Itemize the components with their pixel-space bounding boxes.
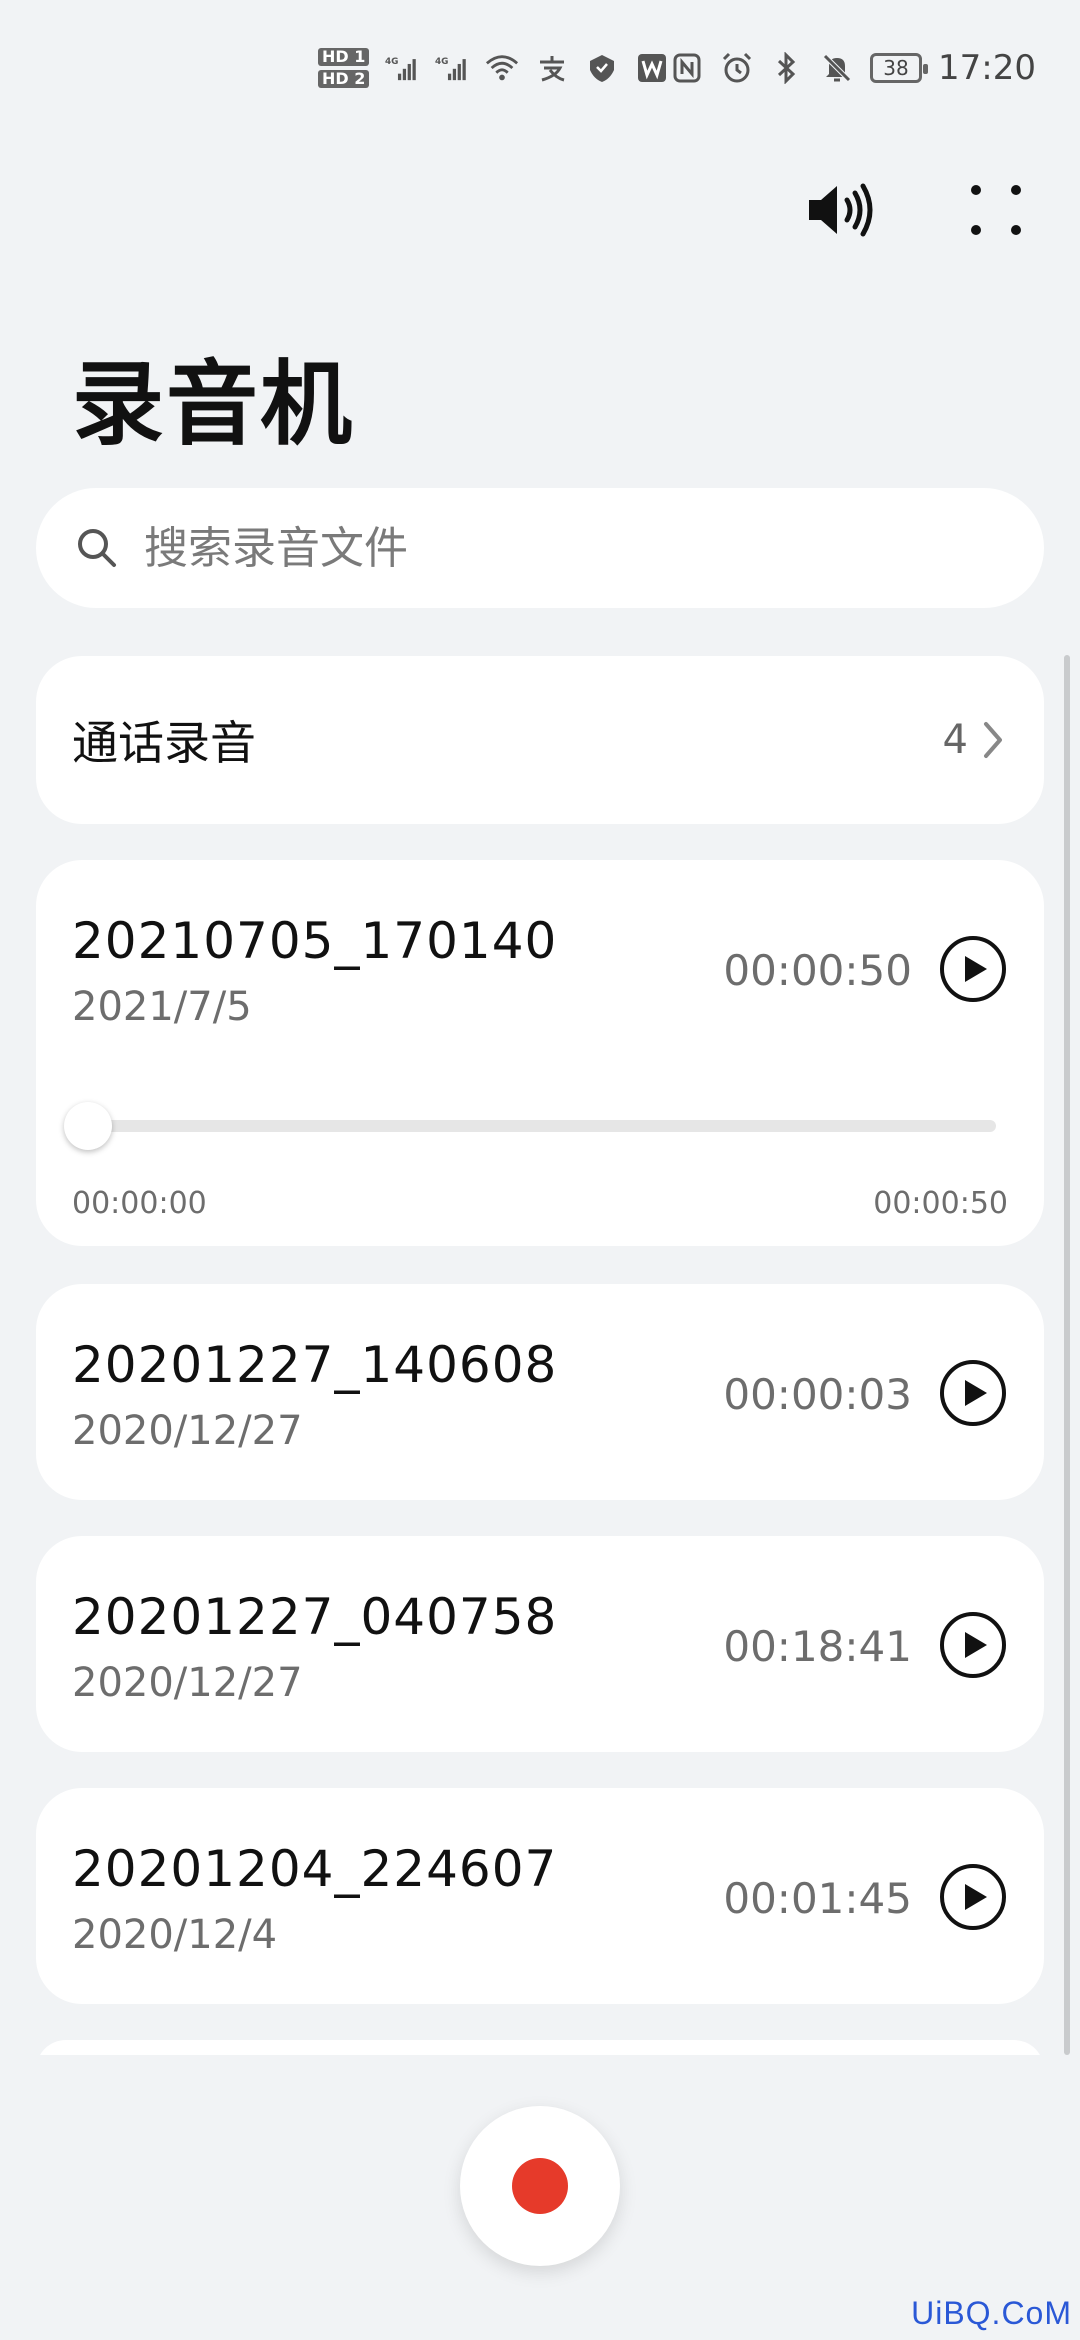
playback-slider-thumb[interactable] <box>64 1102 112 1150</box>
recording-date: 2020/12/4 <box>72 1912 278 1958</box>
recording-title: 20201227_140608 <box>72 1336 558 1394</box>
watermark: UiBQ.CoM <box>911 2295 1072 2331</box>
scrollbar[interactable] <box>1064 655 1070 2055</box>
alipay-icon <box>535 51 569 85</box>
wifi-icon <box>485 51 519 85</box>
call-recordings-count: 4 <box>942 717 968 763</box>
playback-slider[interactable] <box>64 1102 996 1150</box>
bluetooth-icon <box>770 51 804 85</box>
more-button[interactable] <box>956 170 1036 250</box>
call-recordings-count-wrap: 4 <box>943 717 1004 763</box>
recording-title: 20210705_170140 <box>72 912 558 970</box>
play-icon <box>940 1360 1006 1426</box>
shield-icon <box>585 51 619 85</box>
search-bar[interactable] <box>36 488 1044 608</box>
call-recordings-label: 通话录音 <box>72 716 256 770</box>
recording-duration: 00:01:45 <box>723 1874 912 1923</box>
recording-item[interactable]: 20201227_040758 2020/12/27 00:18:41 <box>36 1536 1044 1752</box>
recording-date: 2020/12/27 <box>72 1660 303 1706</box>
list-fade <box>0 2055 1080 2095</box>
toolbar <box>802 170 1036 250</box>
hd1-badge: HD 1 <box>318 48 370 66</box>
search-input[interactable] <box>142 521 946 575</box>
more-icon <box>971 185 1021 235</box>
recording-date: 2021/7/5 <box>72 984 252 1030</box>
network-type-1: 4G <box>385 57 398 67</box>
recording-duration: 00:00:03 <box>723 1370 912 1419</box>
play-button[interactable] <box>938 1862 1008 1932</box>
play-button[interactable] <box>938 1610 1008 1680</box>
play-icon <box>940 936 1006 1002</box>
hd-indicator: HD 1 HD 2 <box>318 48 370 88</box>
call-recordings-item[interactable]: 通话录音 4 <box>36 656 1044 824</box>
alarm-icon <box>720 51 754 85</box>
playback-current-time: 00:00:00 <box>72 1186 207 1221</box>
search-icon <box>78 529 116 567</box>
recording-duration: 00:00:50 <box>723 946 912 995</box>
record-dot-icon <box>512 2158 568 2214</box>
recording-title: 20201204_224607 <box>72 1840 558 1898</box>
play-button[interactable] <box>938 1358 1008 1428</box>
play-button[interactable] <box>938 934 1008 1004</box>
play-icon <box>940 1864 1006 1930</box>
record-button[interactable] <box>460 2106 620 2266</box>
signal-icon-2: 4G <box>435 51 469 85</box>
playback-total-time: 00:00:50 <box>873 1186 1008 1221</box>
recording-title: 20201227_040758 <box>72 1588 558 1646</box>
speaker-button[interactable] <box>802 170 882 250</box>
status-time: 17:20 <box>938 48 1036 88</box>
signal-icon-1: 4G <box>385 51 419 85</box>
recording-date: 2020/12/27 <box>72 1408 303 1454</box>
page-title: 录音机 <box>72 351 355 458</box>
battery-indicator: 38 <box>870 53 929 83</box>
nfc-icon <box>670 51 704 85</box>
network-type-2: 4G <box>435 57 448 67</box>
recording-item[interactable]: 20210705_170140 2021/7/5 00:00:50 00:00:… <box>36 860 1044 1246</box>
status-left: HD 1 HD 2 4G 4G <box>318 48 669 88</box>
status-bar: HD 1 HD 2 4G 4G 38 17:20 <box>0 0 1080 150</box>
recording-item[interactable]: 20201227_140608 2020/12/27 00:00:03 <box>36 1284 1044 1500</box>
status-right: 38 17:20 <box>670 48 1036 88</box>
recording-duration: 00:18:41 <box>723 1622 912 1671</box>
recording-item[interactable]: 20201204_224607 2020/12/4 00:01:45 <box>36 1788 1044 2004</box>
speaker-icon <box>809 183 873 237</box>
wps-icon <box>635 51 669 85</box>
chevron-right-icon <box>984 722 1002 758</box>
play-icon <box>940 1612 1006 1678</box>
mute-bell-icon <box>820 51 854 85</box>
hd2-badge: HD 2 <box>318 70 370 88</box>
